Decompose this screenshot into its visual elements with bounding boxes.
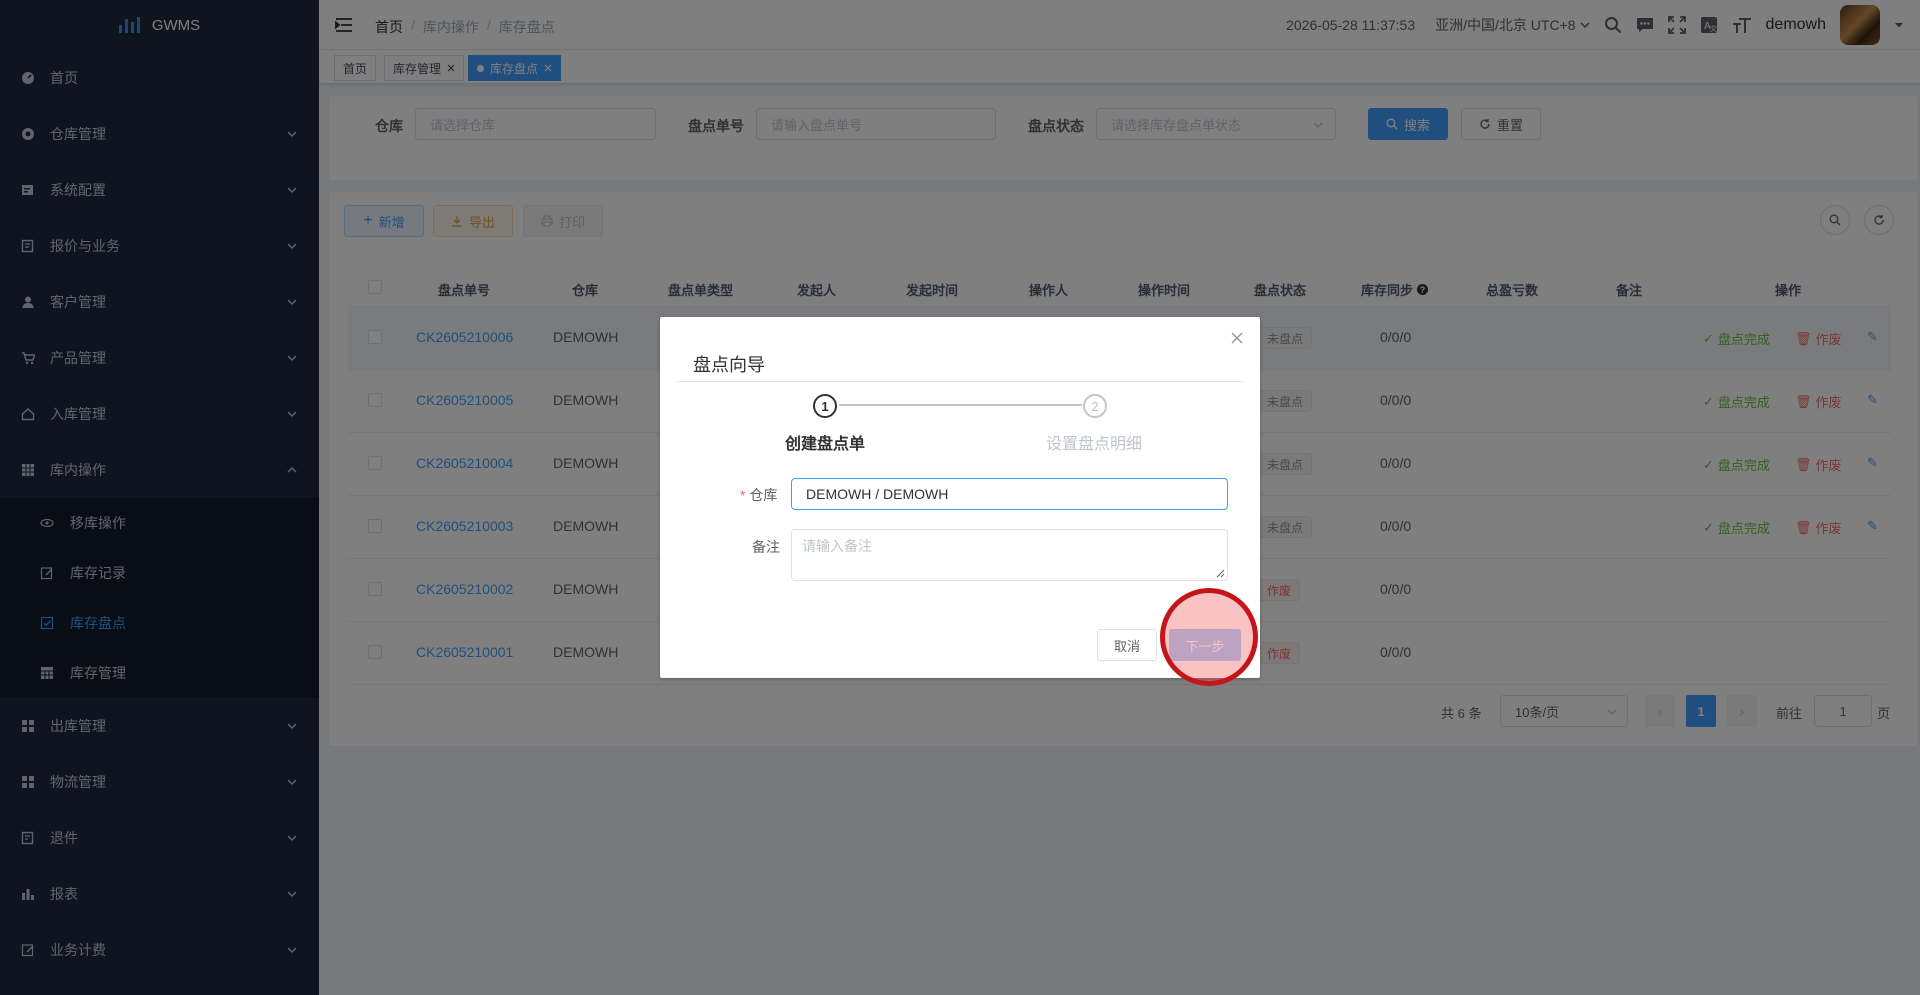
step-2-title: 设置盘点明细 [1046, 436, 1143, 453]
step-1-title: 创建盘点单 [785, 436, 866, 453]
warehouse-field-label-wrap: * 仓库 [740, 485, 777, 505]
required-mark-icon: * [740, 487, 746, 503]
remark-placeholder: 请输入备注 [802, 538, 872, 554]
step-connector [839, 404, 1082, 406]
dialog-title: 盘点向导 [693, 355, 765, 375]
warehouse-field-value: DEMOWH / DEMOWH [806, 486, 949, 502]
click-highlight-marker [1160, 588, 1258, 686]
step-1-number: 1 [821, 398, 829, 414]
remark-field[interactable]: 请输入备注 [791, 529, 1228, 581]
dialog-divider [676, 381, 1244, 382]
remark-field-label: 备注 [752, 539, 780, 555]
step-1-icon: 1 [813, 394, 837, 418]
close-icon[interactable] [1231, 332, 1243, 344]
resize-handle-icon[interactable] [1215, 568, 1225, 578]
step-2-number: 2 [1091, 398, 1099, 414]
warehouse-field[interactable]: DEMOWH / DEMOWH [791, 478, 1228, 510]
cancel-button[interactable]: 取消 [1097, 629, 1157, 661]
warehouse-field-label: 仓库 [749, 487, 778, 503]
step-2-icon: 2 [1083, 394, 1107, 418]
cancel-button-label: 取消 [1113, 638, 1140, 654]
